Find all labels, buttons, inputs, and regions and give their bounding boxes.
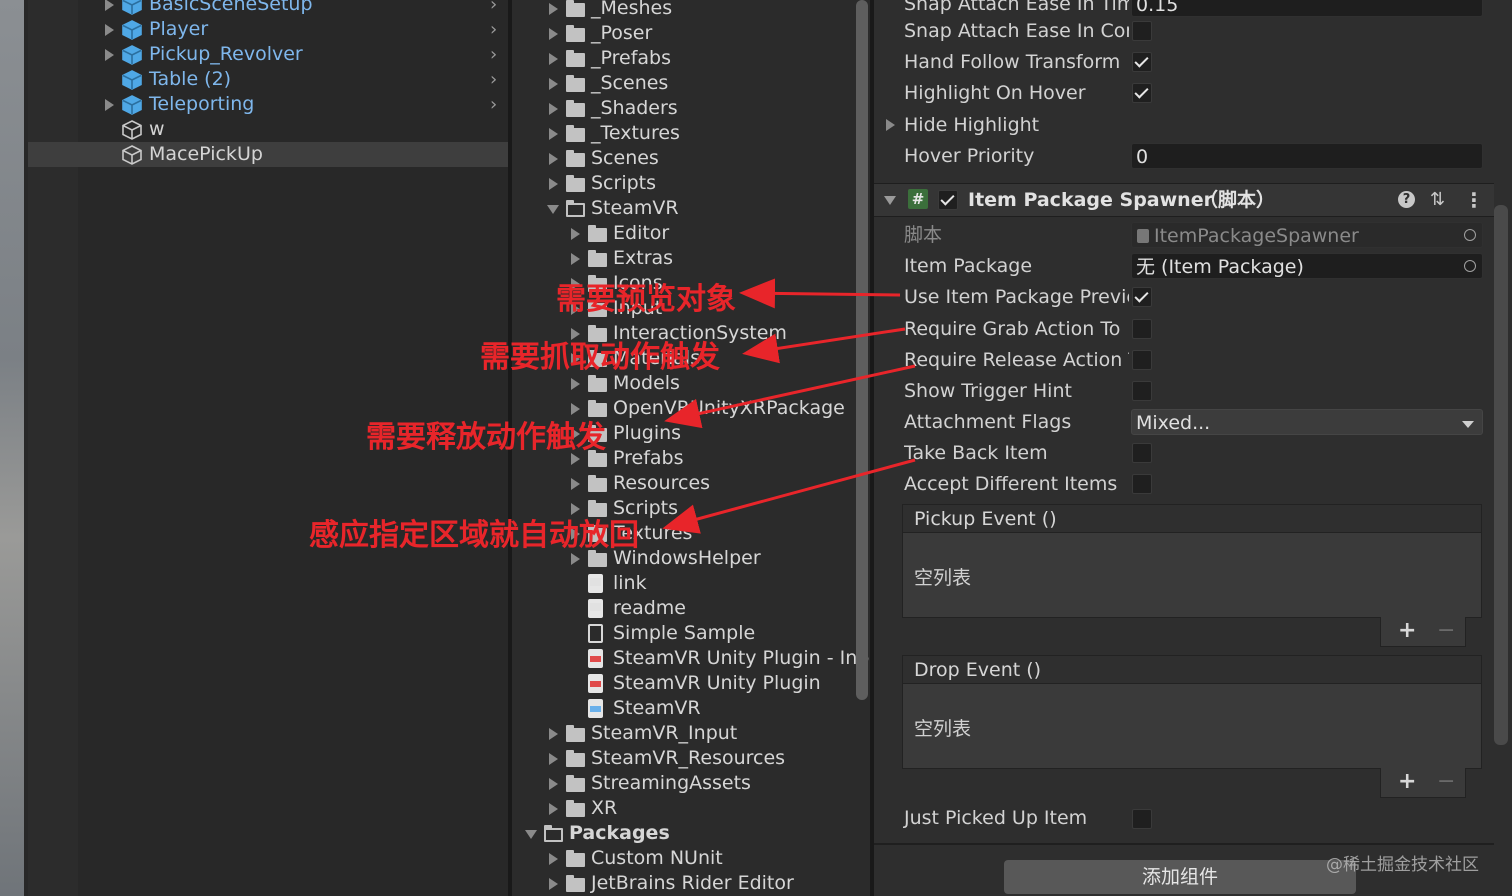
annotation-preview: 需要预览对象	[556, 282, 736, 317]
arrow-grab	[742, 327, 906, 364]
annotation-takeback: 感应指定区域就自动放回	[309, 518, 639, 553]
watermark: @稀土掘金技术社区	[1326, 855, 1479, 875]
annotation-release: 需要释放动作触发	[366, 420, 606, 455]
arrow-preview	[739, 278, 901, 309]
arrow-takeback	[662, 458, 916, 534]
annotation-grab: 需要抓取动作触发	[480, 340, 720, 375]
annotation-arrows	[662, 278, 916, 534]
